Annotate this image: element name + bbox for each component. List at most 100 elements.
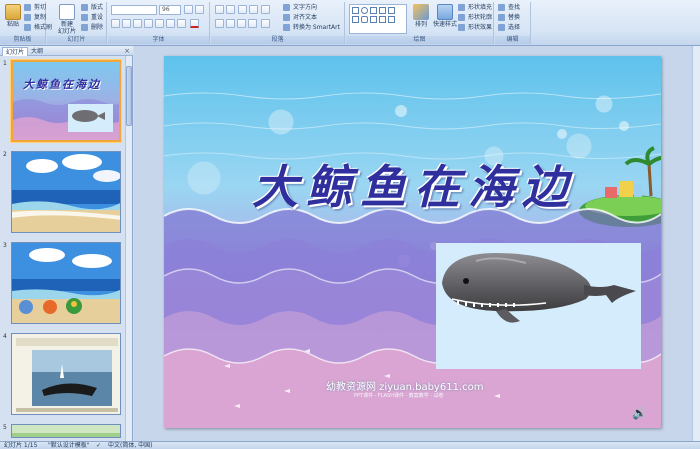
- panel-scroll-thumb[interactable]: [126, 66, 132, 126]
- thumbnail-3-image: [12, 243, 120, 323]
- slides-panel: 幻灯片 大纲 × 1 大鲸鱼在海边 2 3 4 5: [0, 46, 133, 441]
- theme-name: "默认设计模板": [48, 442, 90, 449]
- editing-group: 查找 替换 选择 编辑: [495, 2, 531, 44]
- slide-thumbnail[interactable]: [11, 424, 121, 438]
- reset-button[interactable]: 重设: [81, 13, 103, 22]
- speaker-icon[interactable]: 🔊: [632, 406, 647, 420]
- shape-curve-icon[interactable]: [388, 16, 395, 23]
- arrange-icon: [413, 4, 429, 20]
- paste-icon: [5, 4, 21, 20]
- shape-oval-icon[interactable]: [361, 7, 368, 14]
- thumbnail-title: 大鲸鱼在海边: [23, 78, 101, 91]
- quick-styles-button[interactable]: 快速样式: [433, 3, 457, 35]
- slides-group-label: 幻灯片: [47, 36, 106, 44]
- status-bar: 幻灯片 1/15 "默认设计模板" ✓ 中文(简体, 中国): [0, 441, 700, 449]
- slide-thumbnail[interactable]: [11, 242, 121, 324]
- new-slide-button[interactable]: 新建 幻灯片: [55, 3, 79, 35]
- panel-scrollbar[interactable]: [125, 56, 132, 441]
- panel-tabs: 幻灯片 大纲 ×: [0, 46, 133, 56]
- current-slide[interactable]: 大鲸鱼在海边 幼教资源网 ziyuan.baby611.com PPT课件 · …: [164, 56, 661, 428]
- thumbnail-5-image: [12, 425, 120, 437]
- whale-picture[interactable]: [436, 243, 641, 369]
- line-spacing-icon[interactable]: [261, 5, 270, 14]
- align-right-icon[interactable]: [237, 19, 246, 28]
- whale-icon: [442, 253, 636, 323]
- font-color-icon[interactable]: [190, 19, 199, 28]
- increase-indent-icon[interactable]: [249, 5, 258, 14]
- numbering-icon[interactable]: [226, 5, 235, 14]
- shape-arrow-icon[interactable]: [379, 7, 386, 14]
- strikethrough-icon[interactable]: [144, 19, 153, 28]
- shape-star-icon[interactable]: [370, 16, 377, 23]
- align-text-button[interactable]: 对齐文本: [283, 13, 317, 22]
- watermark-subtext: PPT课件 · FLASH课件 · 教案教学 · 试卷: [354, 393, 444, 399]
- drawing-group-label: 绘图: [346, 36, 493, 44]
- columns-icon[interactable]: [261, 19, 270, 28]
- shrink-font-icon[interactable]: [195, 5, 204, 14]
- replace-button[interactable]: 替换: [498, 13, 520, 22]
- text-direction-button[interactable]: 文字方向: [283, 3, 317, 12]
- slide-background: [164, 56, 661, 428]
- paste-button[interactable]: 粘贴: [2, 3, 24, 35]
- char-spacing-icon[interactable]: [166, 19, 175, 28]
- slide-editing-area: 大鲸鱼在海边 幼教资源网 ziyuan.baby611.com PPT课件 · …: [134, 46, 700, 441]
- ribbon: 粘贴 剪切 复制 格式刷 剪贴板 新建 幻灯片 版式 重设 删除 幻灯片 96 …: [0, 0, 700, 46]
- slide-thumbnail[interactable]: [11, 151, 121, 233]
- tab-slides[interactable]: 幻灯片: [2, 47, 29, 56]
- shape-fill-button[interactable]: 形状填充: [458, 3, 492, 12]
- paragraph-group-label: 段落: [211, 36, 344, 44]
- font-size-combo[interactable]: 96: [159, 5, 181, 15]
- font-name-combo[interactable]: [111, 5, 157, 15]
- delete-slide-button[interactable]: 删除: [81, 23, 103, 32]
- arrange-button[interactable]: 排列: [410, 3, 432, 35]
- justify-icon[interactable]: [248, 19, 257, 28]
- slide-title[interactable]: 大鲸鱼在海边: [224, 151, 604, 217]
- slide-scrollbar[interactable]: [692, 46, 700, 441]
- quick-styles-icon: [437, 4, 453, 20]
- shape-effects-button[interactable]: 形状效果: [458, 23, 492, 32]
- bullets-icon[interactable]: [215, 5, 224, 14]
- select-button[interactable]: 选择: [498, 23, 520, 32]
- shape-brace-icon[interactable]: [379, 16, 386, 23]
- tab-outline[interactable]: 大纲: [28, 47, 46, 56]
- align-left-icon[interactable]: [215, 19, 224, 28]
- shapes-gallery[interactable]: [349, 4, 407, 34]
- convert-smartart-button[interactable]: 转换为 SmartArt: [283, 23, 340, 32]
- slide-number: 2: [3, 151, 7, 158]
- language-indicator: 中文(简体, 中国): [108, 442, 153, 449]
- decrease-indent-icon[interactable]: [238, 5, 247, 14]
- drawing-group: 排列 快速样式 形状填充 形状轮廓 形状效果 绘图: [346, 2, 494, 44]
- shadow-icon[interactable]: [155, 19, 164, 28]
- italic-icon[interactable]: [122, 19, 131, 28]
- align-center-icon[interactable]: [226, 19, 235, 28]
- copy-button[interactable]: 复制: [24, 13, 46, 22]
- new-slide-icon: [59, 4, 75, 20]
- paragraph-group: 文字方向 对齐文本 转换为 SmartArt 段落: [211, 2, 345, 44]
- grow-font-icon[interactable]: [184, 5, 193, 14]
- shape-line-icon[interactable]: [370, 7, 377, 14]
- slide-thumbnail[interactable]: [11, 333, 121, 415]
- shape-textbox-icon[interactable]: [352, 16, 359, 23]
- close-icon[interactable]: ×: [124, 46, 130, 56]
- cut-button[interactable]: 剪切: [24, 3, 46, 12]
- clipboard-group: 粘贴 剪切 复制 格式刷 剪贴板: [0, 2, 52, 44]
- shape-outline-button[interactable]: 形状轮廓: [458, 13, 492, 22]
- shape-rectangle-icon[interactable]: [352, 7, 359, 14]
- clipboard-group-label: 剪贴板: [0, 36, 45, 44]
- slide-counter: 幻灯片 1/15: [4, 442, 38, 449]
- change-case-icon[interactable]: [177, 19, 186, 28]
- thumbnail-4-image: [12, 334, 120, 414]
- shape-triangle-icon[interactable]: [388, 7, 395, 14]
- font-group: 96 字体: [108, 2, 210, 44]
- layout-button[interactable]: 版式: [81, 3, 103, 12]
- find-button[interactable]: 查找: [498, 3, 520, 12]
- thumbnail-1-image: [13, 62, 119, 140]
- slide-number: 4: [3, 333, 7, 340]
- slide-number: 1: [3, 60, 7, 67]
- slide-thumbnail[interactable]: 大鲸鱼在海边: [11, 60, 121, 142]
- spellcheck-icon[interactable]: ✓: [96, 442, 101, 449]
- bold-icon[interactable]: [111, 19, 120, 28]
- shape-rounded-icon[interactable]: [361, 16, 368, 23]
- font-group-label: 字体: [108, 36, 209, 44]
- underline-icon[interactable]: [133, 19, 142, 28]
